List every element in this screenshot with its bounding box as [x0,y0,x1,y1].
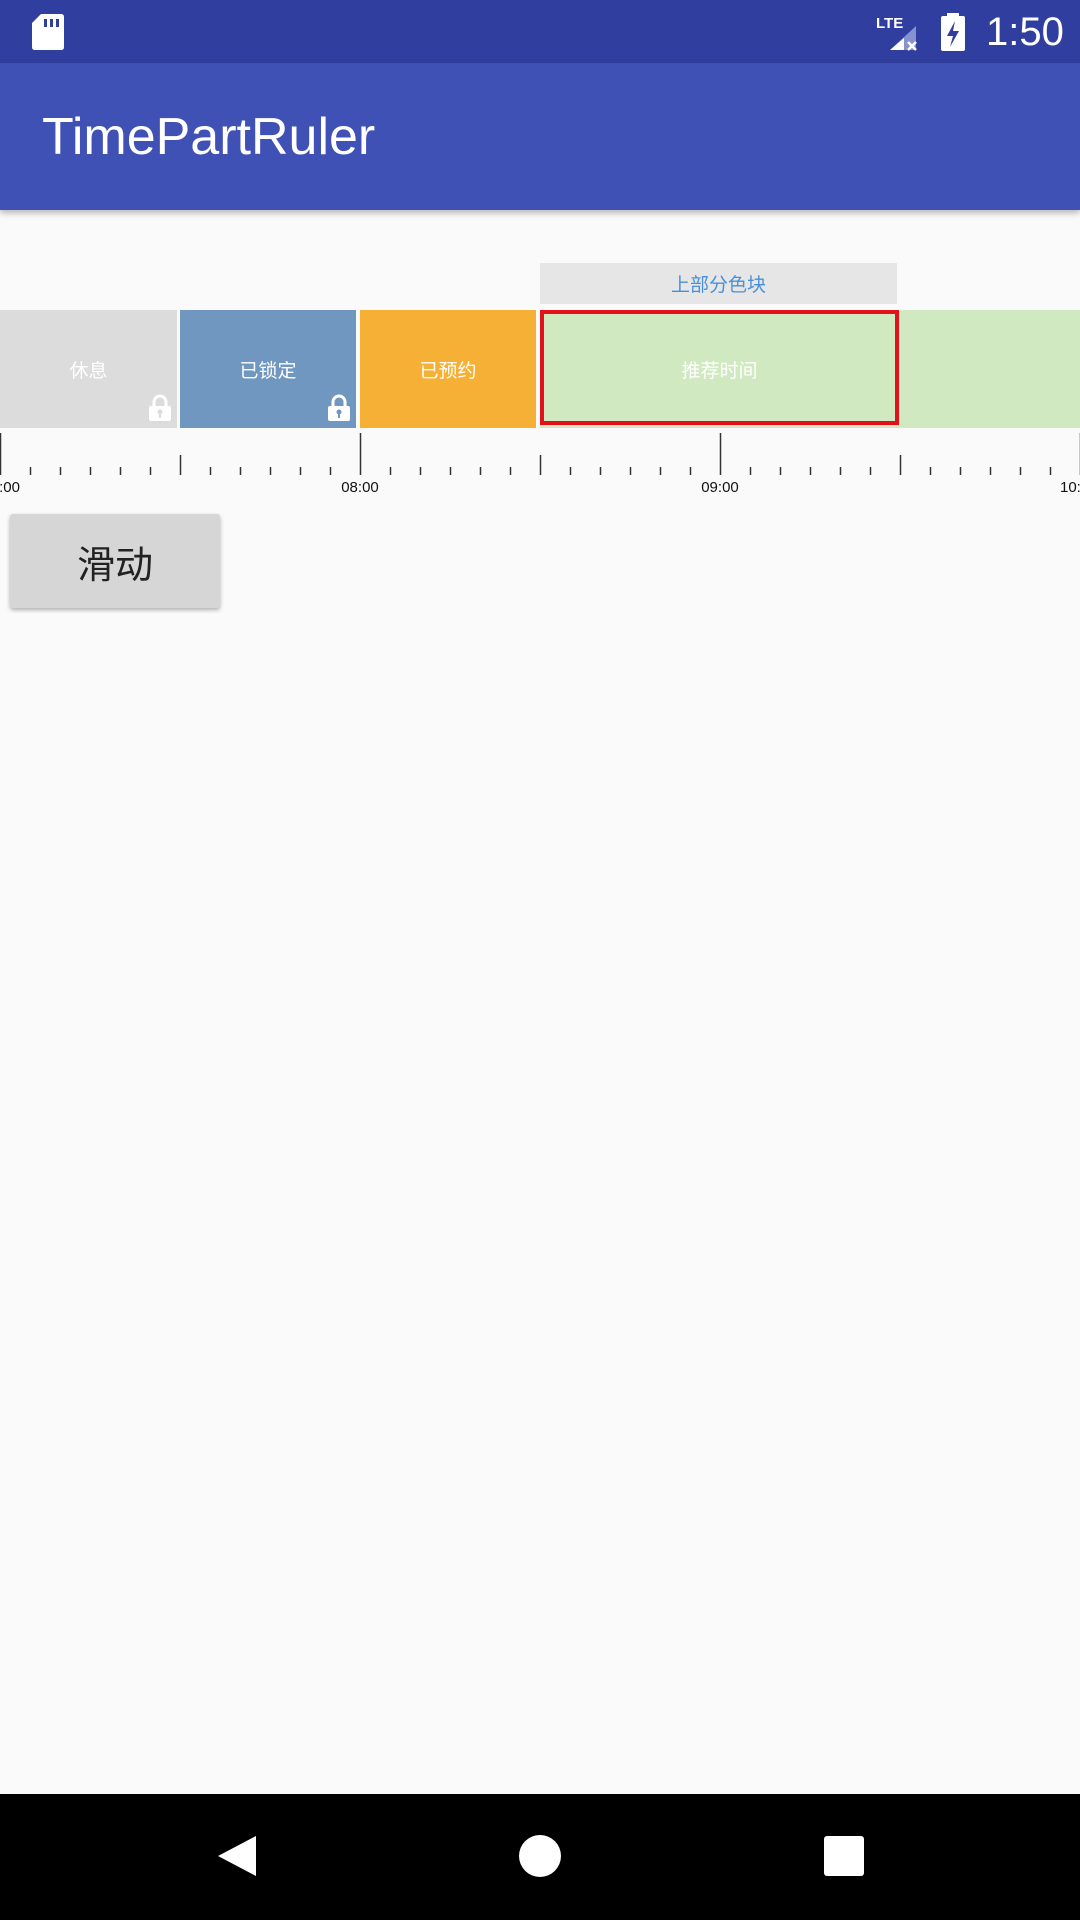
sd-card-icon [32,14,64,50]
ruler-hour-label: 09:00 [701,479,739,496]
app-title: TimePartRuler [42,108,376,166]
lock-icon [149,394,171,421]
top-section-label: 上部分色块 [670,274,766,296]
ruler-hour-label: :00 [0,479,20,496]
time-block-locked[interactable]: 已锁定 [180,310,356,428]
ruler-hour-label: 10: [1060,479,1080,496]
status-time: 1:50 [986,10,1064,54]
battery-charging-icon [941,13,965,51]
home-icon[interactable] [516,1832,564,1880]
svg-text:LTE: LTE [876,15,903,32]
ruler-hour-label: 08:00 [341,479,379,496]
status-bar: LTE 1:50 [0,0,1080,63]
time-block-booked[interactable]: 已预约 [360,310,536,428]
time-block-label: 已预约 [419,359,477,382]
lock-icon [328,394,350,421]
slide-button[interactable]: 滑动 [10,514,220,608]
time-block-rest[interactable]: 休息 [0,310,177,428]
time-ruler[interactable]: :00 08:00 09:00 10: [0,428,1080,498]
ruler-ticks: :00 08:00 09:00 10: [0,433,1080,496]
app-bar: TimePartRuler [0,63,1080,210]
back-icon[interactable] [214,1832,262,1880]
selection-frame[interactable] [540,310,899,425]
navigation-bar [0,1794,1080,1920]
recents-icon[interactable] [820,1832,868,1880]
top-section-block: 上部分色块 [540,263,897,304]
lte-signal-icon: LTE [876,15,917,51]
